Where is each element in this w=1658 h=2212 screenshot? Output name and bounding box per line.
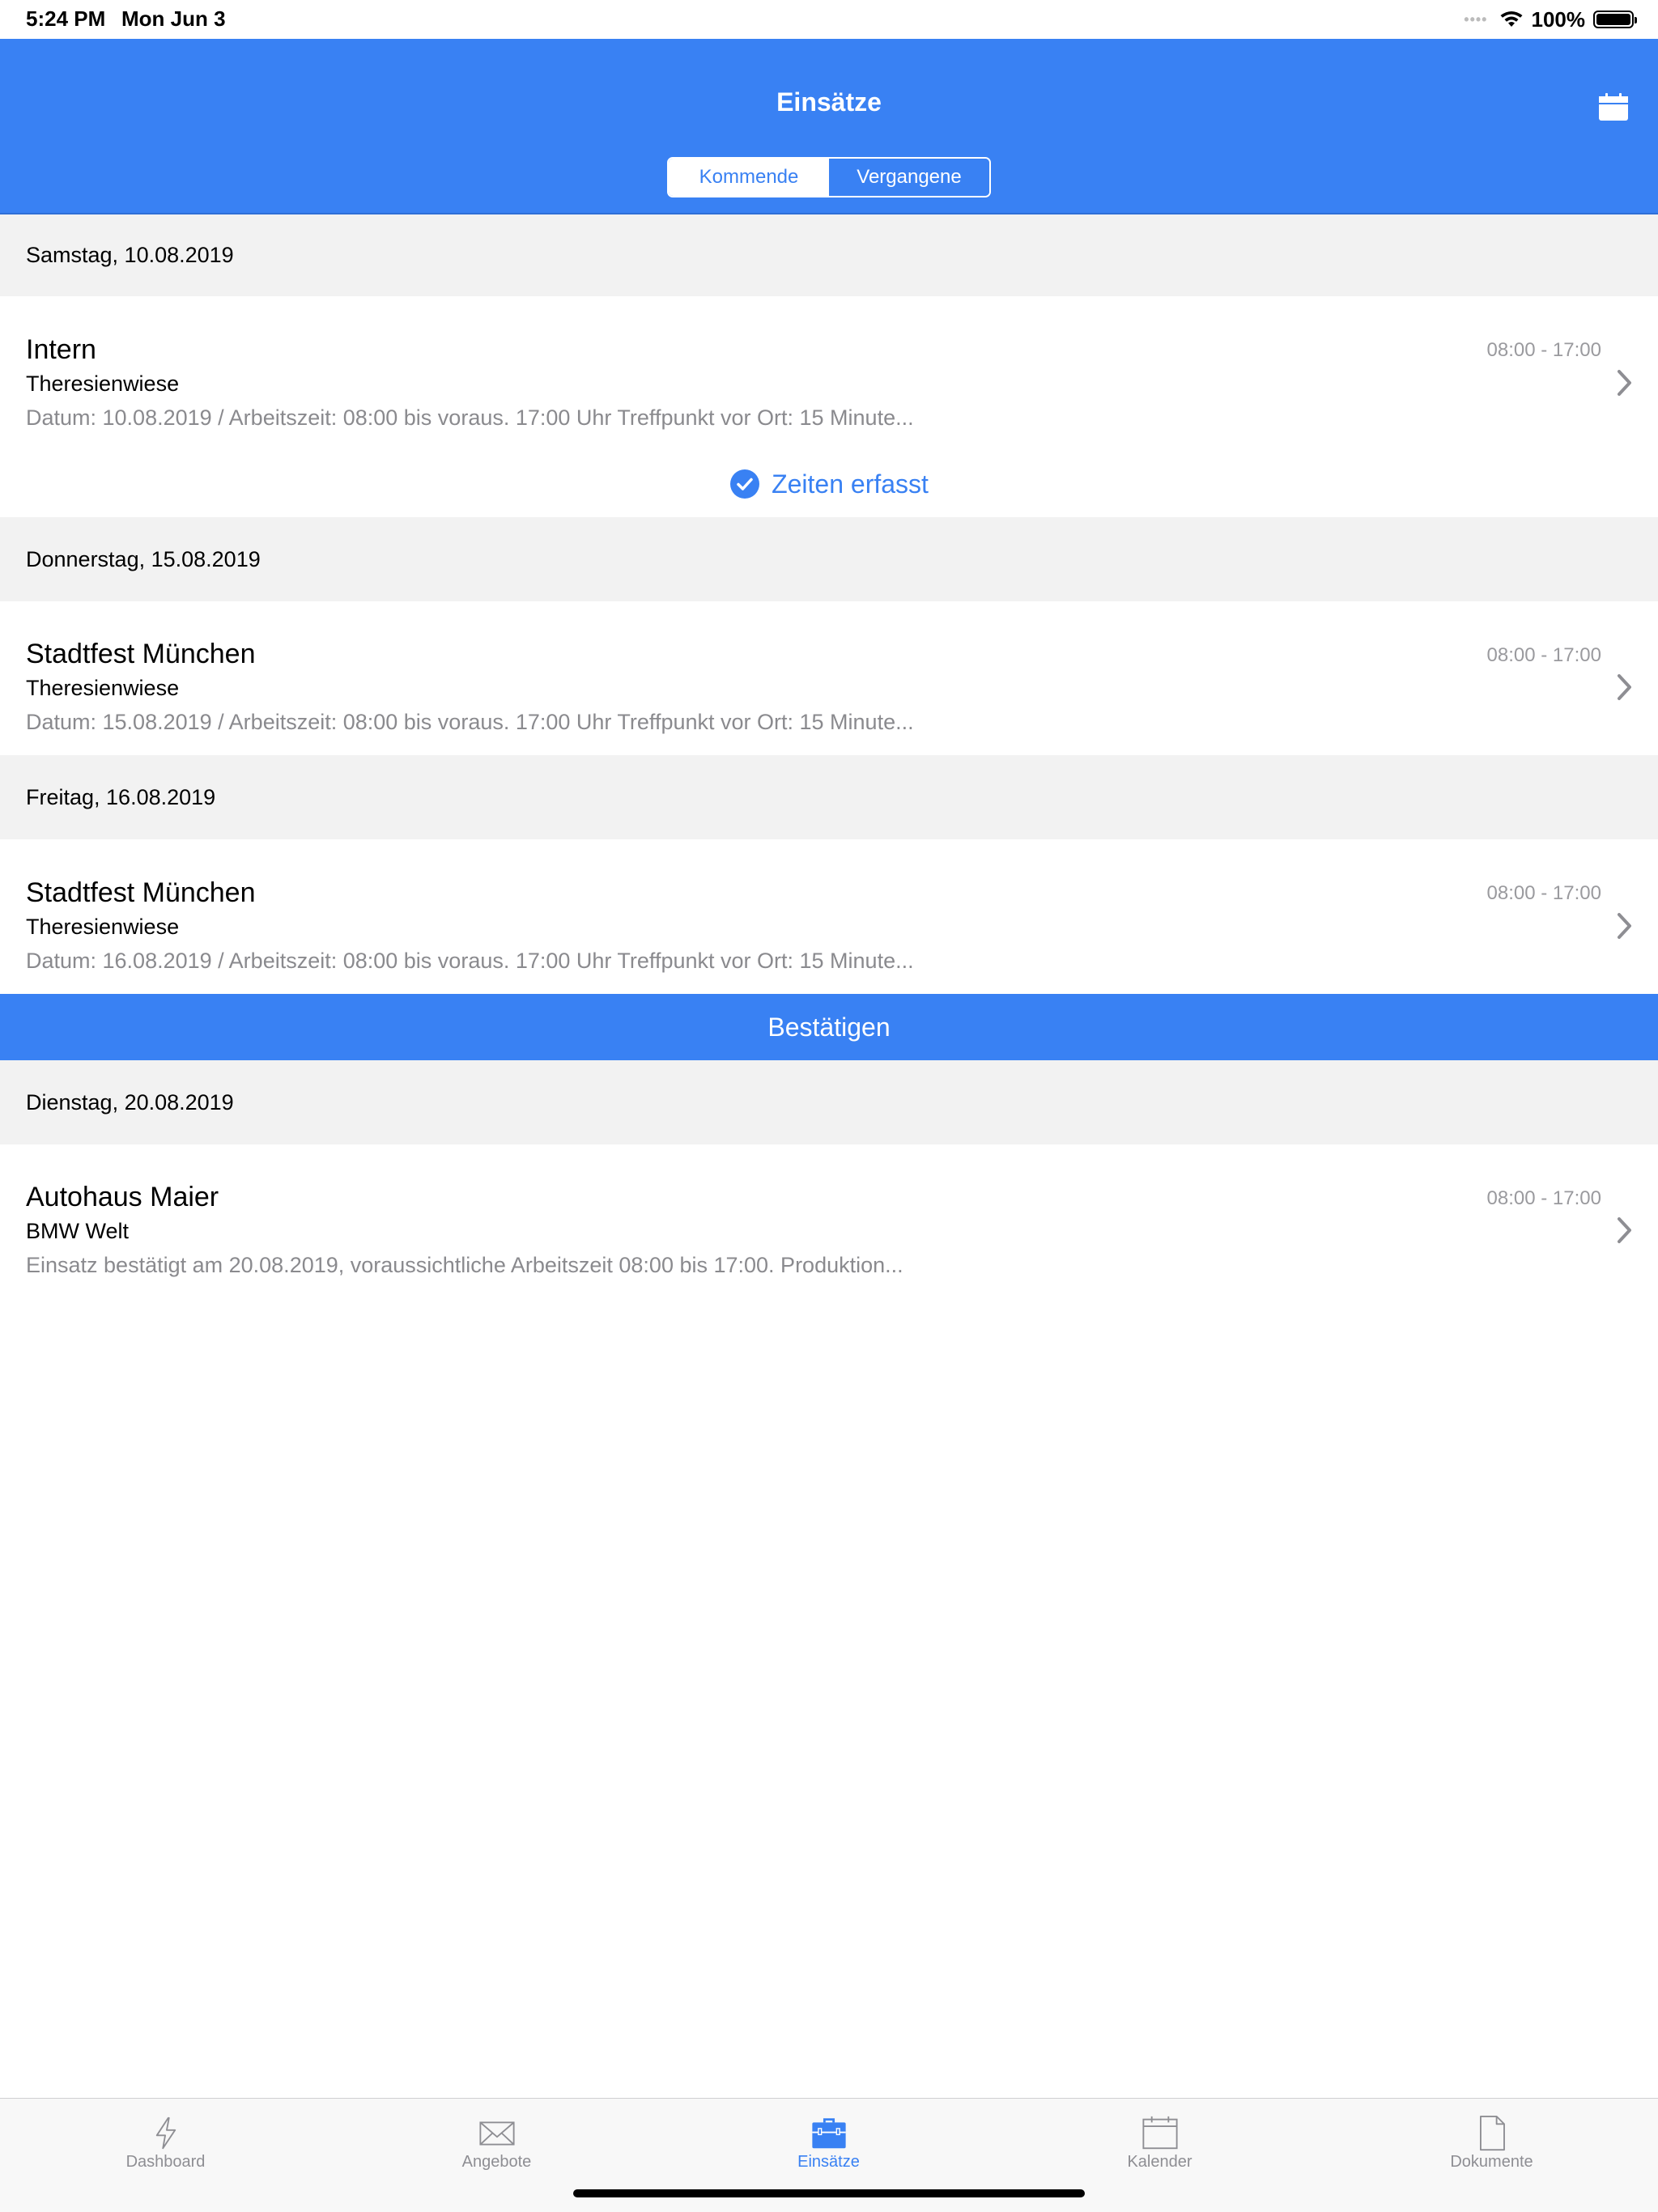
tab-einsaetze[interactable]: Einsätze	[663, 2099, 994, 2172]
tab-label: Einsätze	[797, 2153, 860, 2171]
calendar-icon	[1141, 2116, 1178, 2150]
assignment-title: Intern	[26, 334, 96, 365]
envelope-icon	[478, 2121, 515, 2146]
chevron-right-icon	[1618, 913, 1631, 939]
chevron-right-icon	[1618, 1217, 1631, 1243]
cellular-dots-icon: ••••	[1464, 11, 1488, 28]
assignment-description: Datum: 15.08.2019 / Arbeitszeit: 08:00 b…	[26, 710, 914, 734]
assignment-row[interactable]: Autohaus Maier BMW Welt Einsatz bestätig…	[0, 1144, 1658, 1298]
calendar-icon[interactable]	[1598, 92, 1629, 121]
segment-vergangene[interactable]: Vergangene	[829, 159, 989, 196]
assignment-title: Stadtfest München	[26, 639, 256, 669]
assignment-row[interactable]: Intern Theresienwiese Datum: 10.08.2019 …	[0, 296, 1658, 517]
status-time: 5:24 PM	[26, 6, 106, 31]
times-recorded-label: Zeiten erfasst	[772, 469, 929, 499]
assignment-location: BMW Welt	[26, 1219, 129, 1243]
chevron-right-icon	[1618, 370, 1631, 396]
assignment-time: 08:00 - 17:00	[1486, 644, 1601, 666]
assignment-title: Autohaus Maier	[26, 1182, 219, 1212]
battery-percent: 100%	[1531, 6, 1586, 32]
assignment-title: Stadtfest München	[26, 877, 256, 908]
segmented-control: Kommende Vergangene	[667, 157, 991, 197]
status-indicators: •••• 100%	[1464, 6, 1637, 32]
tab-label: Dokumente	[1450, 2153, 1533, 2171]
assignment-time: 08:00 - 17:00	[1486, 1187, 1601, 1209]
section-header: Freitag, 16.08.2019	[0, 755, 1658, 839]
section-header: Donnerstag, 15.08.2019	[0, 517, 1658, 601]
times-recorded-status: Zeiten erfasst	[0, 444, 1658, 524]
chevron-right-icon	[1618, 674, 1631, 700]
assignment-location: Theresienwiese	[26, 371, 180, 396]
tab-dashboard[interactable]: Dashboard	[0, 2099, 331, 2172]
tab-kalender[interactable]: Kalender	[994, 2099, 1325, 2172]
assignment-description: Datum: 16.08.2019 / Arbeitszeit: 08:00 b…	[26, 949, 914, 973]
page-title: Einsätze	[776, 87, 882, 117]
document-icon	[1479, 2115, 1505, 2151]
assignment-description: Einsatz bestätigt am 20.08.2019, vorauss…	[26, 1253, 903, 1277]
wifi-icon	[1500, 11, 1522, 27]
segment-kommende[interactable]: Kommende	[669, 159, 829, 196]
assignment-description: Datum: 10.08.2019 / Arbeitszeit: 08:00 b…	[26, 405, 914, 430]
nav-bar: Einsätze Kommende Vergangene	[0, 39, 1658, 214]
checkmark-circle-icon	[730, 469, 760, 499]
section-header: Dienstag, 20.08.2019	[0, 1060, 1658, 1144]
assignment-location: Theresienwiese	[26, 915, 180, 939]
tab-label: Dashboard	[125, 2153, 206, 2171]
tab-label: Angebote	[461, 2153, 532, 2171]
section-header: Samstag, 10.08.2019	[0, 214, 1658, 296]
home-indicator[interactable]	[573, 2189, 1085, 2197]
tab-dokumente[interactable]: Dokumente	[1326, 2099, 1657, 2172]
battery-icon	[1593, 11, 1637, 28]
status-bar: 5:24 PM Mon Jun 3 •••• 100%	[0, 0, 1658, 39]
bolt-icon	[155, 2116, 176, 2150]
assignment-row[interactable]: Stadtfest München Theresienwiese Datum: …	[0, 601, 1658, 755]
status-date: Mon Jun 3	[121, 6, 226, 31]
briefcase-icon	[811, 2118, 846, 2149]
confirm-button[interactable]: Bestätigen	[0, 994, 1658, 1060]
assignment-row[interactable]: Stadtfest München Theresienwiese Datum: …	[0, 839, 1658, 994]
assignment-time: 08:00 - 17:00	[1486, 339, 1601, 361]
tab-angebote[interactable]: Angebote	[331, 2099, 662, 2172]
assignment-time: 08:00 - 17:00	[1486, 882, 1601, 904]
assignment-location: Theresienwiese	[26, 676, 180, 700]
tab-label: Kalender	[1127, 2153, 1192, 2171]
